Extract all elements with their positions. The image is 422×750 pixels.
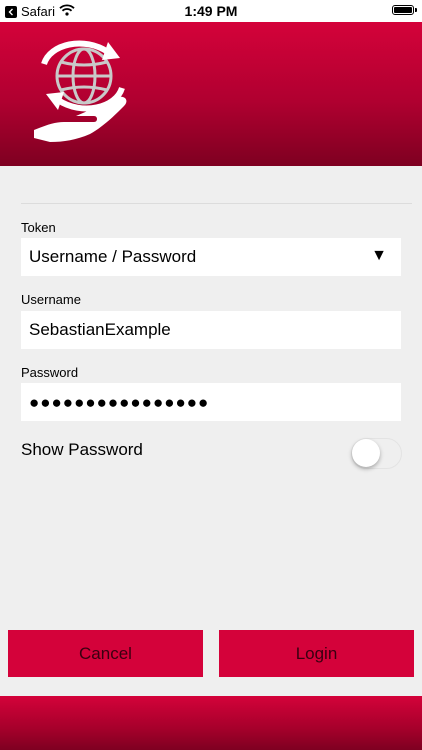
app-header: [0, 22, 422, 166]
password-value: ●●●●●●●●●●●●●●●●: [29, 392, 210, 412]
token-label: Token: [21, 220, 56, 235]
token-select[interactable]: Username / Password ▼: [21, 238, 401, 276]
status-time: 1:49 PM: [184, 3, 238, 19]
header-divider: [21, 203, 412, 204]
app-footer: [0, 696, 422, 750]
login-button[interactable]: Login: [219, 630, 414, 677]
globe-hand-logo-icon: [34, 40, 127, 142]
dropdown-arrow-icon: ▼: [371, 247, 387, 264]
cancel-button[interactable]: Cancel: [8, 630, 203, 677]
username-value: SebastianExample: [29, 320, 171, 339]
password-label: Password: [21, 365, 79, 380]
show-password-label: Show Password: [21, 440, 143, 459]
token-select-value: Username / Password: [29, 247, 197, 266]
username-field[interactable]: SebastianExample: [21, 311, 401, 349]
username-label: Username: [21, 292, 81, 307]
battery-icon: [392, 5, 417, 15]
status-bar: Safari 1:49 PM: [0, 0, 422, 22]
toggle-knob: [352, 439, 380, 467]
password-field[interactable]: ●●●●●●●●●●●●●●●●: [21, 383, 401, 421]
battery-level: [394, 7, 412, 13]
show-password-toggle[interactable]: [351, 438, 402, 469]
